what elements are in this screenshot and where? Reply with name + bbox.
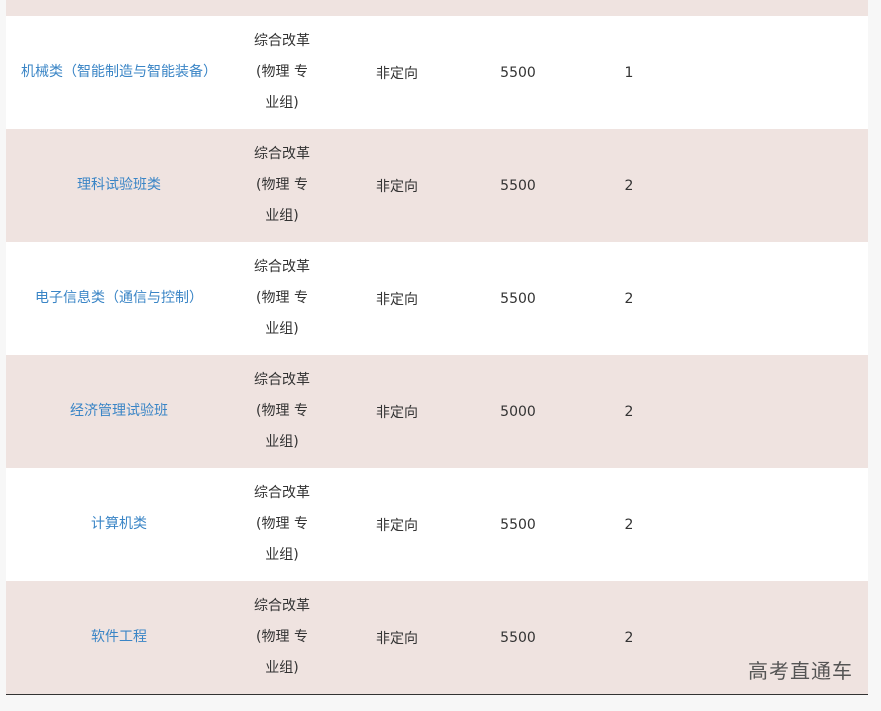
- tuition: 5500: [500, 629, 536, 646]
- table-row: 理科试验班类 综合改革 (物理 专 业组) 非定向 5500 2: [6, 129, 868, 242]
- subject-group-line: 业组): [265, 95, 299, 111]
- plan-count: 2: [624, 403, 634, 420]
- plan-count: 2: [624, 629, 634, 646]
- major-link[interactable]: 经济管理试验班: [6, 396, 232, 427]
- previous-row-sliver: [6, 0, 868, 16]
- subject-group-line: (物理 专: [256, 629, 308, 645]
- subject-group: 综合改革 (物理 专 业组): [232, 26, 332, 119]
- tuition: 5000: [500, 403, 536, 420]
- plan-count: 2: [624, 516, 634, 533]
- subject-group-line: 综合改革: [254, 33, 310, 49]
- subject-group-line: (物理 专: [256, 64, 308, 80]
- tuition: 5500: [500, 290, 536, 307]
- subject-group-line: 业组): [265, 208, 299, 224]
- major-link[interactable]: 计算机类: [6, 509, 232, 540]
- subject-group-line: 综合改革: [254, 146, 310, 162]
- plan-count: 1: [624, 64, 634, 81]
- subject-group: 综合改革 (物理 专 业组): [232, 591, 332, 684]
- subject-group-line: 业组): [265, 660, 299, 676]
- subject-group-line: (物理 专: [256, 177, 308, 193]
- major-link[interactable]: 软件工程: [6, 622, 232, 653]
- subject-group: 综合改革 (物理 专 业组): [232, 252, 332, 345]
- table-row: 机械类（智能制造与智能装备） 综合改革 (物理 专 业组) 非定向 5500 1: [6, 16, 868, 129]
- plan-count: 2: [624, 177, 634, 194]
- tuition: 5500: [500, 64, 536, 81]
- table-bottom-border: [6, 694, 868, 695]
- table-row: 电子信息类（通信与控制） 综合改革 (物理 专 业组) 非定向 5500 2: [6, 242, 868, 355]
- direction: 非定向: [376, 517, 418, 534]
- subject-group-line: (物理 专: [256, 516, 308, 532]
- major-link[interactable]: 机械类（智能制造与智能装备）: [6, 57, 232, 88]
- direction: 非定向: [376, 404, 418, 421]
- page: 机械类（智能制造与智能装备） 综合改革 (物理 专 业组) 非定向 5500 1…: [0, 0, 881, 711]
- major-link[interactable]: 理科试验班类: [6, 170, 232, 201]
- subject-group: 综合改革 (物理 专 业组): [232, 365, 332, 458]
- direction: 非定向: [376, 65, 418, 82]
- watermark: 高考直通车: [748, 659, 853, 683]
- subject-group-line: 综合改革: [254, 259, 310, 275]
- subject-group-line: 业组): [265, 434, 299, 450]
- plan-count: 2: [624, 290, 634, 307]
- subject-group-line: 综合改革: [254, 485, 310, 501]
- table-row: 软件工程 综合改革 (物理 专 业组) 非定向 5500 2: [6, 581, 868, 694]
- subject-group-line: 业组): [265, 547, 299, 563]
- subject-group: 综合改革 (物理 专 业组): [232, 478, 332, 571]
- direction: 非定向: [376, 178, 418, 195]
- tuition: 5500: [500, 177, 536, 194]
- direction: 非定向: [376, 291, 418, 308]
- subject-group-line: (物理 专: [256, 290, 308, 306]
- subject-group-line: 业组): [265, 321, 299, 337]
- subject-group-line: 综合改革: [254, 598, 310, 614]
- admission-table: 机械类（智能制造与智能装备） 综合改革 (物理 专 业组) 非定向 5500 1…: [6, 0, 868, 695]
- subject-group-line: (物理 专: [256, 403, 308, 419]
- table-row: 计算机类 综合改革 (物理 专 业组) 非定向 5500 2: [6, 468, 868, 581]
- tuition: 5500: [500, 516, 536, 533]
- major-link[interactable]: 电子信息类（通信与控制）: [6, 283, 232, 314]
- subject-group-line: 综合改革: [254, 372, 310, 388]
- subject-group: 综合改革 (物理 专 业组): [232, 139, 332, 232]
- table-row: 经济管理试验班 综合改革 (物理 专 业组) 非定向 5000 2: [6, 355, 868, 468]
- direction: 非定向: [376, 630, 418, 647]
